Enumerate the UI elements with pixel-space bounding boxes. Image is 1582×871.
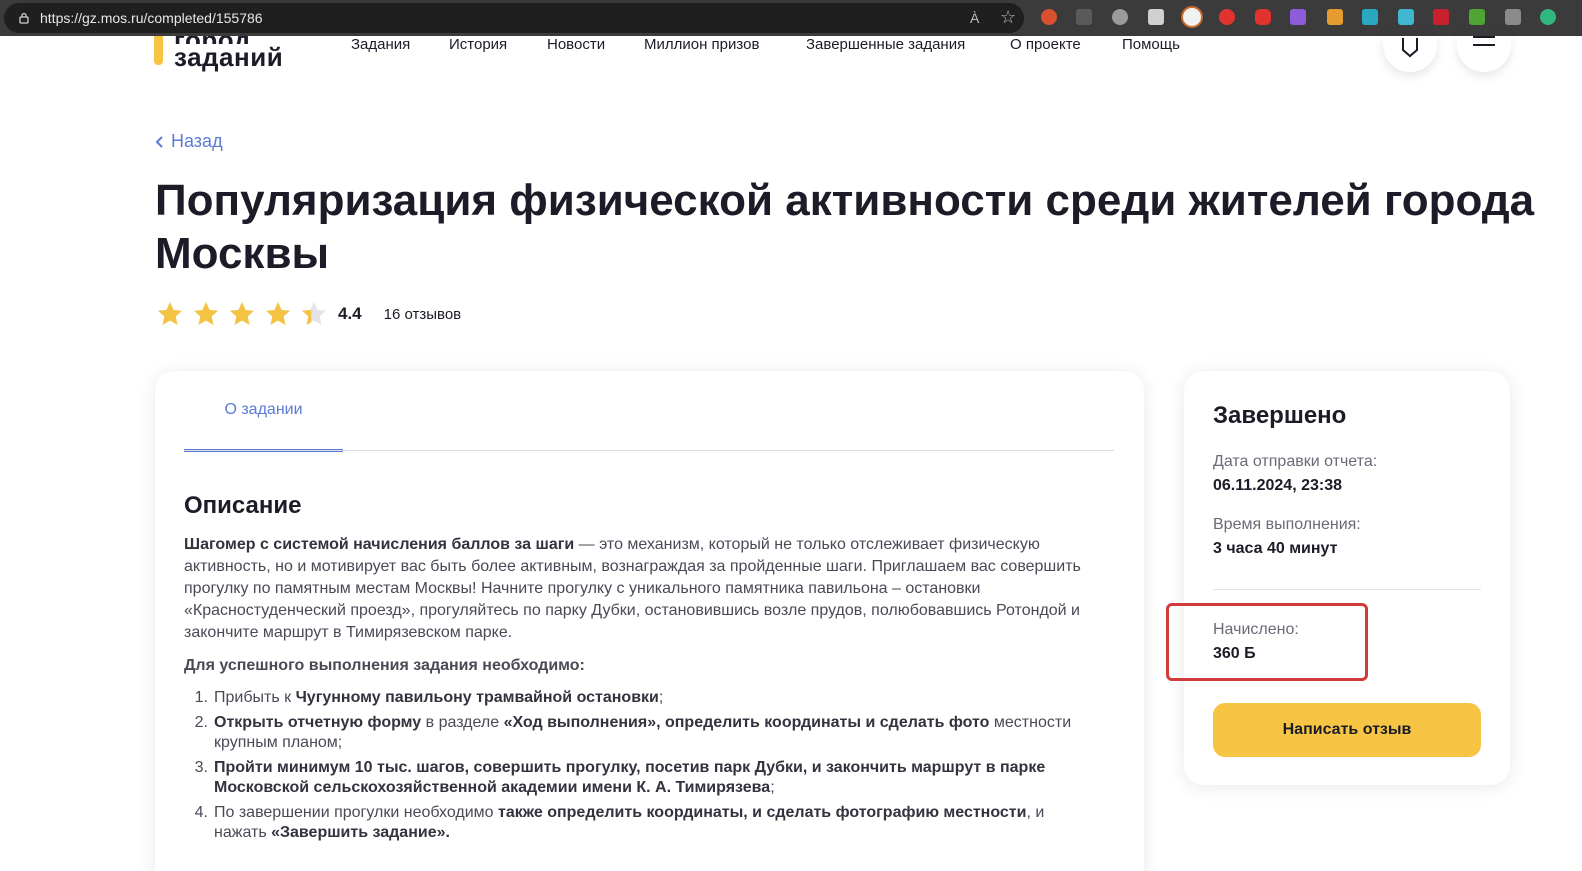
list-item-number: 1. bbox=[194, 689, 208, 706]
list-item-text: Прибыть к Чугунному павильону трамвайной… bbox=[214, 689, 664, 706]
star-rating bbox=[156, 300, 336, 328]
logo-line-1: город bbox=[174, 36, 283, 44]
extension-print-icon[interactable] bbox=[1076, 9, 1092, 25]
page-title: Популяризация физической активности сред… bbox=[155, 176, 1535, 278]
extension-grid-icon[interactable] bbox=[1290, 9, 1306, 25]
credited-label: Начислено: bbox=[1213, 621, 1299, 638]
highlight-box bbox=[1166, 603, 1368, 681]
tabs-divider bbox=[184, 450, 1114, 451]
star-icon bbox=[230, 302, 254, 325]
extension-ghost-icon[interactable] bbox=[1112, 9, 1128, 25]
extension-adblock-icon[interactable] bbox=[1219, 9, 1235, 25]
address-bar[interactable]: https://gz.mos.ru/completed/155786 À ☆ bbox=[4, 3, 1024, 33]
favorite-star-icon[interactable]: ☆ bbox=[1000, 7, 1016, 28]
list-item-number: 3. bbox=[194, 759, 208, 776]
credited-value: 360 Б bbox=[1213, 645, 1256, 662]
list-item-number: 4. bbox=[194, 804, 208, 821]
duration-label: Время выполнения: bbox=[1213, 516, 1361, 533]
nav-history[interactable]: История bbox=[449, 36, 507, 53]
logo-line-2: заданий bbox=[174, 42, 284, 72]
tab-about-task[interactable]: О задании bbox=[184, 371, 343, 452]
requirements-title: Для успешного выполнения задания необход… bbox=[184, 657, 585, 674]
description-title: Описание bbox=[184, 492, 302, 519]
extension-bookmark-icon[interactable] bbox=[1433, 9, 1449, 25]
list-item: 3. Пройти минимум 10 тыс. шагов, совершит… bbox=[184, 758, 1084, 798]
description-lead: Шагомер с системой начисления баллов за … bbox=[184, 536, 575, 553]
menu-icon bbox=[1473, 36, 1495, 54]
write-review-button[interactable]: Написать отзыв bbox=[1213, 703, 1481, 757]
nav-completed-tasks[interactable]: Завершенные задания bbox=[806, 36, 965, 53]
nav-million-prizes[interactable]: Миллион призов bbox=[644, 36, 759, 53]
lock-icon[interactable] bbox=[18, 12, 30, 24]
list-item-text: Пройти минимум 10 тыс. шагов, совершить … bbox=[214, 759, 1046, 796]
nav-about[interactable]: О проекте bbox=[1010, 36, 1081, 53]
list-item: 2. Открыть отчетную форму в разделе «Ход … bbox=[184, 713, 1084, 753]
rating-value: 4.4 bbox=[338, 304, 362, 323]
list-item-text: Открыть отчетную форму в разделе «Ход вы… bbox=[214, 714, 1072, 751]
list-item-number: 2. bbox=[194, 714, 208, 731]
url-text[interactable]: https://gz.mos.ru/completed/155786 bbox=[40, 10, 263, 26]
extension-doc-icon[interactable] bbox=[1148, 9, 1164, 25]
status-card: Завершено Дата отправки отчета: 06.11.20… bbox=[1166, 371, 1510, 785]
extension-b-icon[interactable] bbox=[1041, 9, 1057, 25]
menu-button[interactable] bbox=[1457, 36, 1511, 72]
extension-puzzle-icon[interactable] bbox=[1327, 9, 1343, 25]
extension-save-icon[interactable] bbox=[1362, 9, 1378, 25]
shield-icon bbox=[1402, 38, 1418, 58]
reviews-link[interactable]: 16 отзывов bbox=[384, 306, 462, 323]
extension-q-icon[interactable] bbox=[1540, 9, 1556, 25]
back-label: Назад bbox=[171, 131, 223, 151]
back-link[interactable]: Назад bbox=[155, 131, 223, 152]
nav-news[interactable]: Новости bbox=[547, 36, 605, 53]
extension-download-icon[interactable] bbox=[1469, 9, 1485, 25]
extension-avatar-icon[interactable] bbox=[1181, 6, 1203, 28]
browser-toolbar: https://gz.mos.ru/completed/155786 À ☆ bbox=[0, 0, 1582, 36]
task-card: О задании Описание Шагомер с системой на… bbox=[155, 371, 1144, 871]
list-item-text: По завершении прогулки необходимо также … bbox=[214, 804, 1045, 841]
extension-hand-icon[interactable] bbox=[1255, 9, 1271, 25]
description-text: Шагомер с системой начисления баллов за … bbox=[184, 534, 1084, 644]
status-divider bbox=[1213, 589, 1481, 590]
security-button[interactable] bbox=[1383, 36, 1437, 72]
nav-help[interactable]: Помощь bbox=[1122, 36, 1180, 53]
star-icon bbox=[194, 302, 218, 325]
logo-mark bbox=[154, 36, 163, 65]
star-icon bbox=[302, 302, 326, 325]
requirements-list: 1. Прибыть к Чугунному павильону трамвайн… bbox=[184, 688, 1084, 848]
extension-tool-icon[interactable] bbox=[1505, 9, 1521, 25]
duration-value: 3 часа 40 минут bbox=[1213, 540, 1338, 557]
nav-tasks[interactable]: Задания bbox=[351, 36, 410, 53]
extension-disk-icon[interactable] bbox=[1398, 9, 1414, 25]
logo[interactable]: город заданий bbox=[174, 36, 283, 70]
star-icon bbox=[158, 302, 182, 325]
report-date-value: 06.11.2024, 23:38 bbox=[1213, 477, 1343, 494]
list-item: 4. По завершении прогулки необходимо такж… bbox=[184, 803, 1084, 843]
chevron-left-icon bbox=[155, 135, 163, 148]
list-item: 1. Прибыть к Чугунному павильону трамвайн… bbox=[184, 688, 1084, 708]
star-icon bbox=[266, 302, 290, 325]
status-title: Завершено bbox=[1213, 402, 1347, 429]
report-date-label: Дата отправки отчета: bbox=[1213, 453, 1378, 470]
rating: 4.4 16 отзывов bbox=[156, 300, 461, 328]
read-aloud-icon[interactable]: À bbox=[970, 10, 979, 26]
